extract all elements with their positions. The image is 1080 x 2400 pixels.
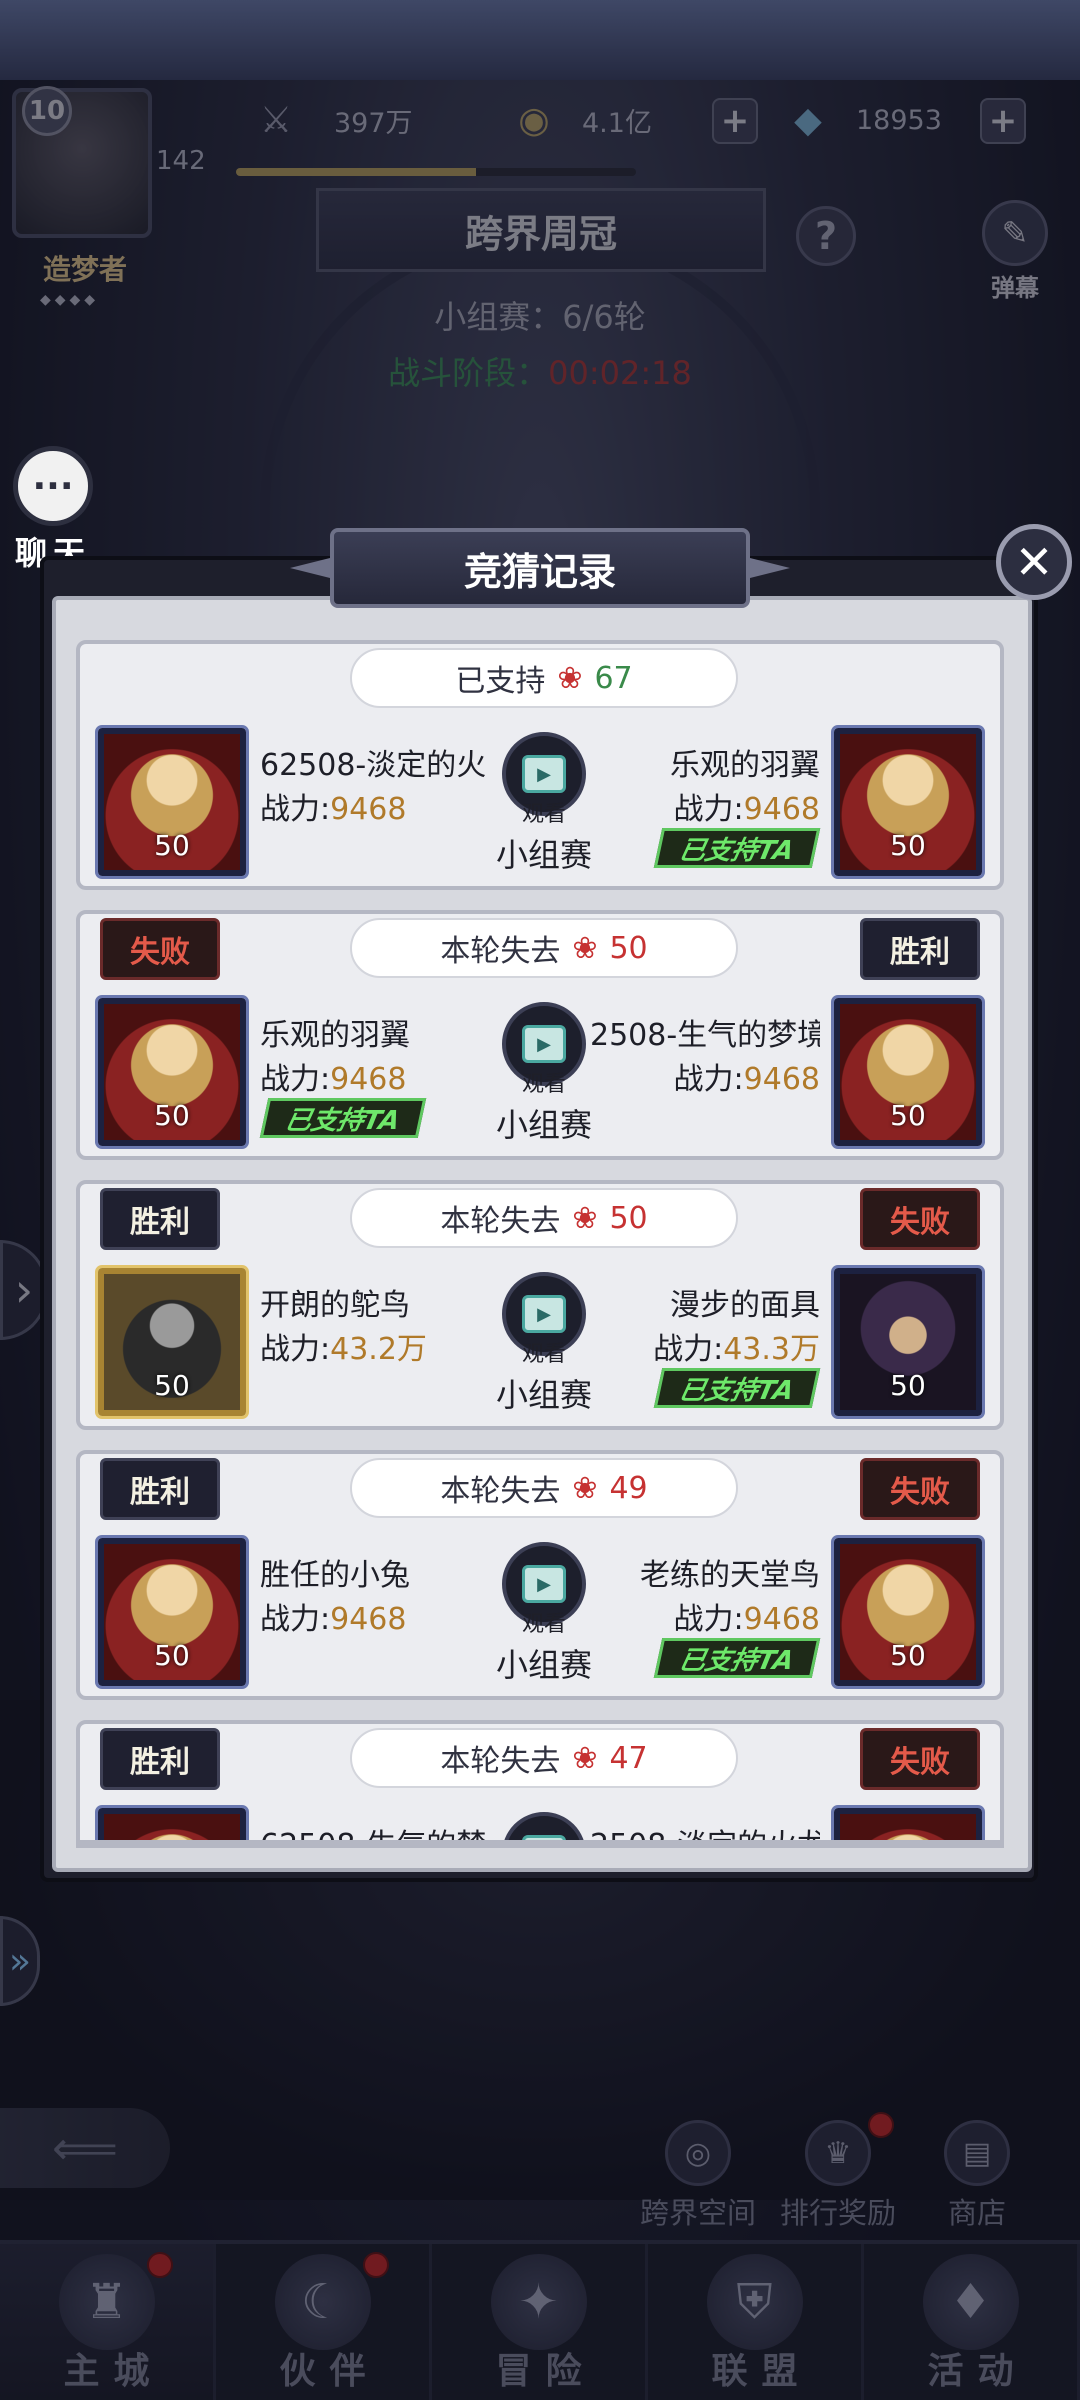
result-text: 胜利 <box>890 935 950 970</box>
bet-amount: 47 <box>609 1740 648 1776</box>
rose-icon: ❀ <box>572 1740 598 1776</box>
result-text: 胜利 <box>130 1475 190 1510</box>
left-result-badge: 胜利 <box>100 1188 220 1250</box>
rose-icon: ❀ <box>572 1200 598 1236</box>
play-icon: ▶ <box>522 755 566 793</box>
player-level: 50 <box>890 1099 926 1132</box>
right-player-portrait[interactable]: 50 <box>831 1535 985 1689</box>
right-player-name: 漫步的面具 <box>670 1288 820 1323</box>
bet-amount: 49 <box>609 1470 648 1506</box>
player-level: 50 <box>890 829 926 862</box>
right-result-badge: 失败 <box>860 1458 980 1520</box>
left-result-badge: 失败 <box>100 918 220 980</box>
bet-amount: 50 <box>609 930 648 966</box>
right-player-name: 乐观的羽翼 <box>670 748 820 783</box>
bet-status-label: 本轮失去 <box>440 1204 561 1239</box>
watch-label: 观看 <box>521 1612 566 1637</box>
left-player-name: 乐观的羽翼 <box>260 1018 410 1053</box>
rose-icon: ❀ <box>572 930 598 966</box>
player-level: 50 <box>154 1639 190 1672</box>
bet-record-card: 胜利 本轮失去 ❀ 49 失败 50 胜任的小兔 战力:9468 ▶ 观看 小组… <box>76 1450 1004 1700</box>
right-result-badge: 失败 <box>860 1188 980 1250</box>
supported-badge: 已支持TA <box>653 1638 821 1678</box>
bet-amount: 67 <box>594 660 633 696</box>
close-button[interactable]: ✕ <box>996 524 1072 600</box>
bet-status-label: 本轮失去 <box>440 934 561 969</box>
bet-amount: 50 <box>609 1200 648 1236</box>
watch-label: 观看 <box>521 802 566 827</box>
match-stage-label: 小组赛 <box>495 1376 592 1414</box>
supported-badge: 已支持TA <box>259 1098 427 1138</box>
right-player-name: 2508-生气的梦境 <box>590 1018 820 1053</box>
supported-badge: 已支持TA <box>653 828 821 868</box>
left-player-portrait[interactable]: 50 <box>95 1265 249 1419</box>
modal-title: 竞猜记录 <box>330 528 750 608</box>
left-player-name: 62508-淡定的火 <box>260 748 487 783</box>
player-level: 50 <box>154 829 190 862</box>
bet-status-pill: 已支持 ❀ 67 <box>350 648 738 708</box>
match-stage-label: 小组赛 <box>495 1646 592 1684</box>
result-text: 失败 <box>890 1205 950 1240</box>
bet-status-pill: 本轮失去 ❀ 50 <box>350 1188 738 1248</box>
bet-record-card: 失败 本轮失去 ❀ 50 胜利 50 乐观的羽翼 战力:9468 已支持TA ▶… <box>76 910 1004 1160</box>
right-player-name: 老练的天堂鸟 <box>640 1558 820 1593</box>
right-player-power: 战力:9468 <box>673 1062 820 1097</box>
watch-label: 观看 <box>521 1342 566 1367</box>
right-player-portrait[interactable]: 50 <box>831 995 985 1149</box>
match-stage-label: 小组赛 <box>495 836 592 874</box>
bet-status-label: 本轮失去 <box>440 1744 561 1779</box>
right-result-badge: 胜利 <box>860 918 980 980</box>
right-player-power: 战力:43.3万 <box>653 1332 820 1367</box>
bet-status-label: 已支持 <box>455 664 546 699</box>
left-player-name: 胜任的小兔 <box>260 1558 410 1593</box>
bet-record-list[interactable]: 已支持 ❀ 67 50 62508-淡定的火 战力:9468 ▶ 观看 小组赛 … <box>76 640 1004 1848</box>
result-text: 失败 <box>890 1475 950 1510</box>
bet-status-pill: 本轮失去 ❀ 49 <box>350 1458 738 1518</box>
player-level: 50 <box>154 1099 190 1132</box>
left-player-portrait[interactable]: 50 <box>95 995 249 1149</box>
bet-status-pill: 本轮失去 ❀ 47 <box>350 1728 738 1788</box>
left-player-portrait[interactable]: 50 <box>95 1535 249 1689</box>
left-player-power: 战力:9468 <box>260 1062 407 1097</box>
result-text: 失败 <box>130 935 190 970</box>
rose-icon: ❀ <box>572 1470 598 1506</box>
left-player-power: 战力:9468 <box>260 1602 407 1637</box>
rose-icon: ❀ <box>557 660 583 696</box>
play-icon: ▶ <box>522 1025 566 1063</box>
player-level: 50 <box>890 1369 926 1402</box>
chat-bubble-icon: ··· <box>13 446 93 526</box>
supported-badge: 已支持TA <box>653 1368 821 1408</box>
right-player-power: 战力:9468 <box>673 792 820 827</box>
list-bottom-edge <box>76 1840 1004 1848</box>
left-result-badge: 胜利 <box>100 1728 220 1790</box>
player-level: 50 <box>890 1639 926 1672</box>
left-player-name: 开朗的鸵鸟 <box>260 1288 410 1323</box>
chat-button[interactable]: ··· 聊天 <box>8 446 98 574</box>
result-text: 胜利 <box>130 1205 190 1240</box>
left-player-portrait[interactable]: 50 <box>95 725 249 879</box>
close-icon: ✕ <box>1014 535 1054 589</box>
bet-status-label: 本轮失去 <box>440 1474 561 1509</box>
player-level: 50 <box>154 1369 190 1402</box>
bet-record-card: 胜利 本轮失去 ❀ 47 失败 62508-生气的梦 ▶ 2508-淡定的火龙 <box>76 1720 1004 1848</box>
left-player-power: 战力:43.2万 <box>260 1332 427 1367</box>
bet-status-pill: 本轮失去 ❀ 50 <box>350 918 738 978</box>
watch-label: 观看 <box>521 1072 566 1097</box>
left-result-badge: 胜利 <box>100 1458 220 1520</box>
play-icon: ▶ <box>522 1565 566 1603</box>
right-result-badge: 失败 <box>860 1728 980 1790</box>
right-player-power: 战力:9468 <box>673 1602 820 1637</box>
result-text: 失败 <box>890 1745 950 1780</box>
play-icon: ▶ <box>522 1295 566 1333</box>
left-player-power: 战力:9468 <box>260 792 407 827</box>
bet-record-card: 胜利 本轮失去 ❀ 50 失败 50 开朗的鸵鸟 战力:43.2万 ▶ 观看 小… <box>76 1180 1004 1430</box>
bet-record-card: 已支持 ❀ 67 50 62508-淡定的火 战力:9468 ▶ 观看 小组赛 … <box>76 640 1004 890</box>
result-text: 胜利 <box>130 1745 190 1780</box>
match-stage-label: 小组赛 <box>495 1106 592 1144</box>
right-player-portrait[interactable]: 50 <box>831 1265 985 1419</box>
right-player-portrait[interactable]: 50 <box>831 725 985 879</box>
